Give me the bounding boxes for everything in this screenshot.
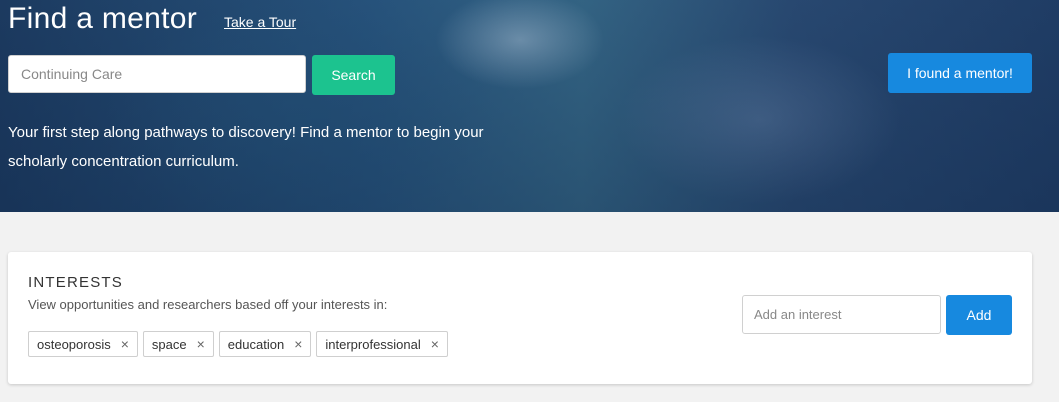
close-icon[interactable]: × bbox=[197, 337, 205, 351]
found-mentor-button[interactable]: I found a mentor! bbox=[888, 53, 1032, 93]
search-button[interactable]: Search bbox=[312, 55, 395, 95]
close-icon[interactable]: × bbox=[121, 337, 129, 351]
interests-description: View opportunities and researchers based… bbox=[28, 297, 388, 312]
interest-tag-label: interprofessional bbox=[325, 336, 421, 352]
close-icon[interactable]: × bbox=[431, 337, 439, 351]
interest-tags: osteoporosis × space × education × inter… bbox=[28, 331, 448, 357]
interest-tag-label: education bbox=[227, 336, 285, 352]
interest-tag-label: osteoporosis bbox=[37, 336, 111, 352]
interest-tag: osteoporosis × bbox=[28, 331, 138, 357]
take-a-tour-link[interactable]: Take a Tour bbox=[224, 14, 296, 30]
interest-tag: space × bbox=[142, 331, 214, 357]
mentor-search-input[interactable] bbox=[8, 55, 306, 93]
interests-card: INTERESTS View opportunities and researc… bbox=[8, 252, 1032, 384]
add-interest-button[interactable]: Add bbox=[946, 295, 1012, 335]
page-title: Find a mentor bbox=[8, 2, 197, 35]
interest-tag: interprofessional × bbox=[316, 331, 448, 357]
interest-tag: education × bbox=[218, 331, 312, 357]
hero-banner: Find a mentor Take a Tour Search I found… bbox=[0, 0, 1059, 212]
add-interest-input[interactable] bbox=[742, 295, 941, 334]
tagline: Your first step along pathways to discov… bbox=[8, 124, 484, 170]
close-icon[interactable]: × bbox=[294, 337, 302, 351]
interest-tag-label: space bbox=[151, 336, 187, 352]
interests-heading: INTERESTS bbox=[28, 274, 123, 291]
